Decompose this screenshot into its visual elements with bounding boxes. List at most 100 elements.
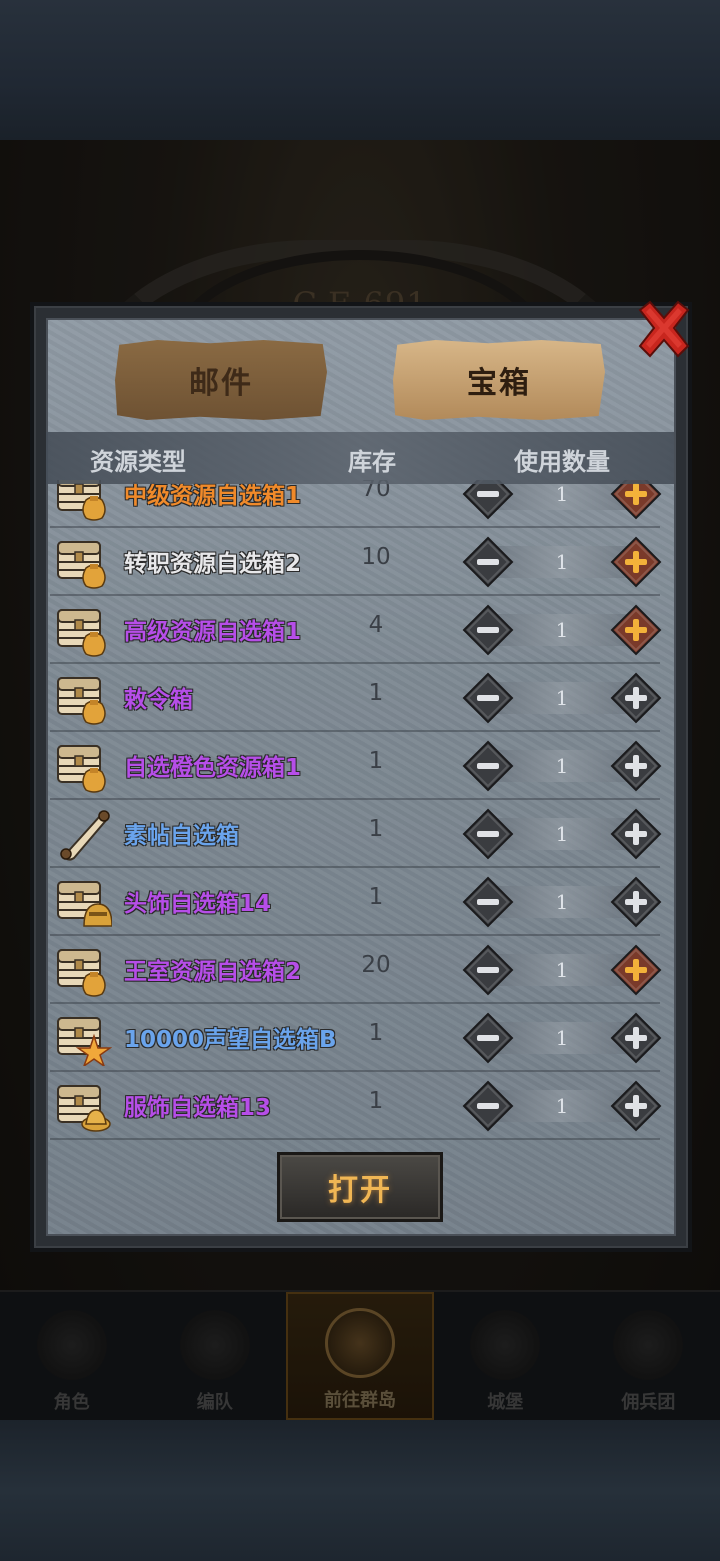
header-resource-type: 资源类型 — [90, 448, 186, 476]
quantity-stepper[interactable]: 1 — [462, 604, 662, 656]
increase-button[interactable] — [610, 604, 662, 656]
decrease-button[interactable] — [462, 672, 514, 724]
increase-button[interactable] — [610, 1080, 662, 1132]
quantity-stepper[interactable]: 1 — [462, 876, 662, 928]
increase-button[interactable] — [610, 480, 662, 520]
close-button[interactable] — [636, 300, 692, 358]
tab-chest[interactable]: 宝箱 — [393, 340, 605, 420]
plus-icon — [610, 604, 662, 656]
chest-hat-icon — [56, 1078, 112, 1134]
item-stock: 4 — [368, 612, 384, 638]
item-stock: 1 — [368, 1020, 384, 1046]
item-name: 敕令箱 — [124, 687, 193, 713]
item-name: 10000声望自选箱B — [124, 1027, 337, 1053]
decrease-button[interactable] — [462, 536, 514, 588]
minus-icon — [462, 808, 514, 860]
list-item[interactable]: 素帖自选箱 1 1 — [46, 800, 674, 868]
decrease-button[interactable] — [462, 1012, 514, 1064]
chest-bag-icon — [56, 534, 112, 590]
quantity-stepper[interactable]: 1 — [462, 480, 662, 520]
increase-button[interactable] — [610, 876, 662, 928]
plus-icon — [610, 480, 662, 520]
decrease-button[interactable] — [462, 944, 514, 996]
chest-bag-icon — [56, 670, 112, 726]
plus-icon — [610, 536, 662, 588]
item-stock: 20 — [361, 952, 391, 978]
item-name: 自选橙色资源箱1 — [124, 755, 302, 781]
list-item[interactable]: 转职资源自选箱2 10 1 — [46, 528, 674, 596]
item-name: 素帖自选箱 — [124, 823, 239, 849]
minus-icon — [462, 1012, 514, 1064]
minus-icon — [462, 480, 514, 520]
minus-icon — [462, 536, 514, 588]
header-use-quantity: 使用数量 — [514, 448, 610, 476]
plus-icon — [610, 672, 662, 724]
item-name: 转职资源自选箱2 — [124, 551, 302, 577]
item-stock: 1 — [368, 884, 384, 910]
tab-chest-label: 宝箱 — [467, 366, 531, 401]
plus-icon — [610, 808, 662, 860]
list-item[interactable]: 自选橙色资源箱1 1 1 — [46, 732, 674, 800]
open-button[interactable]: 打开 — [277, 1152, 443, 1222]
quantity-stepper[interactable]: 1 — [462, 740, 662, 792]
item-name: 服饰自选箱13 — [124, 1095, 272, 1121]
item-name: 头饰自选箱14 — [124, 891, 272, 917]
list-item[interactable]: 中级资源自选箱1 70 1 — [46, 480, 674, 528]
minus-icon — [462, 1080, 514, 1132]
item-stock: 1 — [368, 816, 384, 842]
list-item[interactable]: 服饰自选箱13 1 1 — [46, 1072, 674, 1140]
quantity-stepper[interactable]: 1 — [462, 672, 662, 724]
increase-button[interactable] — [610, 808, 662, 860]
increase-button[interactable] — [610, 536, 662, 588]
increase-button[interactable] — [610, 944, 662, 996]
chest-bag-icon — [56, 738, 112, 794]
item-stock: 1 — [368, 680, 384, 706]
tab-mail[interactable]: 邮件 — [115, 340, 327, 420]
chest-star-icon — [56, 1010, 113, 1068]
open-button-label: 打开 — [328, 1173, 392, 1208]
item-stock: 1 — [368, 1088, 384, 1114]
quantity-stepper[interactable]: 1 — [462, 1012, 662, 1064]
quantity-stepper[interactable]: 1 — [462, 944, 662, 996]
decrease-button[interactable] — [462, 808, 514, 860]
increase-button[interactable] — [610, 740, 662, 792]
quantity-stepper[interactable]: 1 — [462, 808, 662, 860]
increase-button[interactable] — [610, 672, 662, 724]
list-item[interactable]: 10000声望自选箱B 1 1 — [46, 1004, 674, 1072]
minus-icon — [462, 944, 514, 996]
quantity-stepper[interactable]: 1 — [462, 536, 662, 588]
tab-mail-label: 邮件 — [189, 366, 253, 401]
decrease-button[interactable] — [462, 740, 514, 792]
minus-icon — [462, 672, 514, 724]
quantity-stepper[interactable]: 1 — [462, 1080, 662, 1132]
minus-icon — [462, 876, 514, 928]
decrease-button[interactable] — [462, 876, 514, 928]
minus-icon — [462, 604, 514, 656]
increase-button[interactable] — [610, 1012, 662, 1064]
plus-icon — [610, 1012, 662, 1064]
list-item[interactable]: 敕令箱 1 1 — [46, 664, 674, 732]
header-stock: 库存 — [348, 448, 396, 476]
chest-list[interactable]: 中级资源自选箱1 70 1 转职资源自选箱2 10 1 高级资源自选箱1 4 1 敕令箱 1 1 自选橙… — [46, 480, 674, 1142]
list-header: 资源类型 库存 使用数量 — [46, 432, 674, 484]
item-stock: 1 — [368, 748, 384, 774]
chest-helmet-icon — [56, 874, 113, 930]
bottom-band — [0, 1420, 720, 1561]
list-item[interactable]: 高级资源自选箱1 4 1 — [46, 596, 674, 664]
list-item[interactable]: 头饰自选箱14 1 1 — [46, 868, 674, 936]
decrease-button[interactable] — [462, 480, 514, 520]
top-status-band — [0, 0, 720, 140]
list-item[interactable]: 王室资源自选箱2 20 1 — [46, 936, 674, 1004]
decrease-button[interactable] — [462, 604, 514, 656]
minus-icon — [462, 740, 514, 792]
chest-bag-icon — [56, 942, 112, 998]
decrease-button[interactable] — [462, 1080, 514, 1132]
item-name: 高级资源自选箱1 — [124, 619, 302, 645]
item-name: 王室资源自选箱2 — [124, 959, 302, 985]
scroll-icon — [56, 806, 112, 862]
plus-icon — [610, 944, 662, 996]
chest-bag-icon — [56, 480, 112, 522]
close-icon — [638, 300, 690, 358]
plus-icon — [610, 740, 662, 792]
item-stock: 10 — [361, 544, 391, 570]
